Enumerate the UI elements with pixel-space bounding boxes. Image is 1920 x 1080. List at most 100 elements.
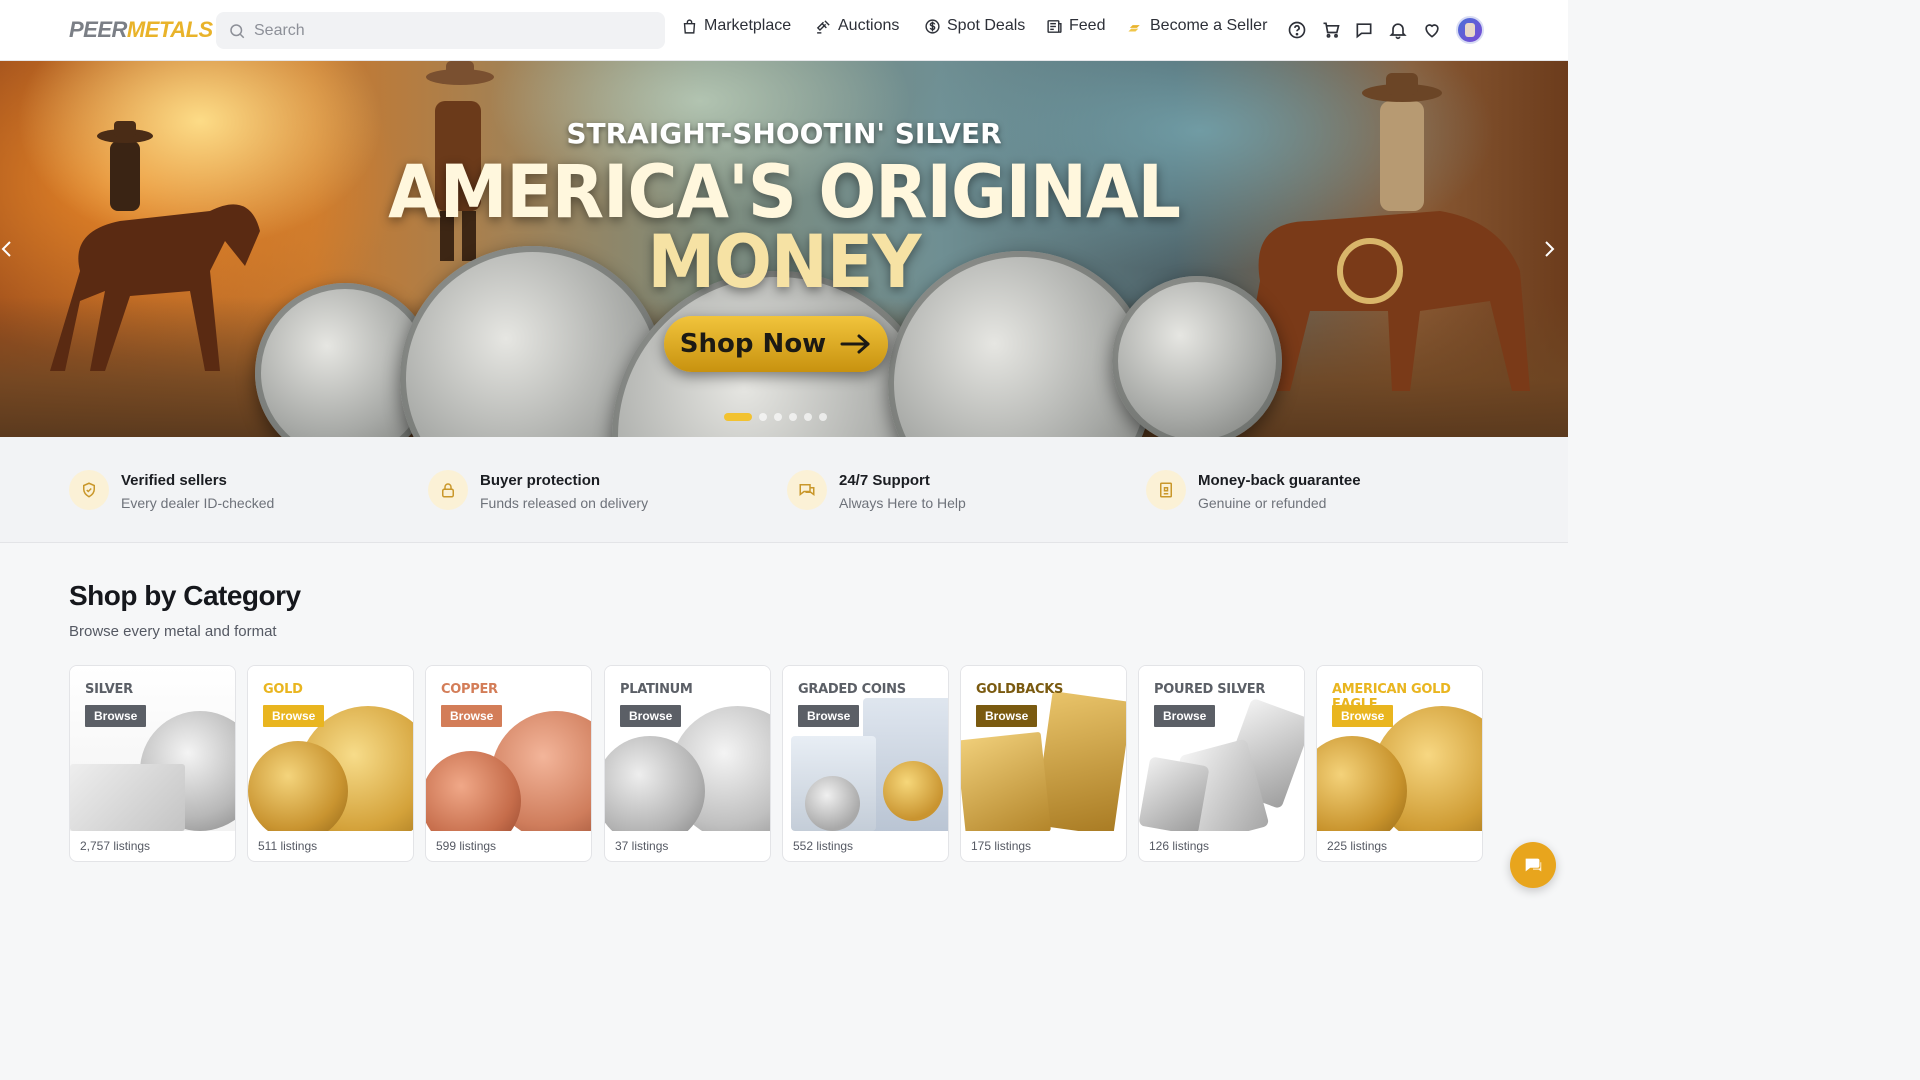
category-listing-count: 126 listings	[1149, 839, 1210, 853]
gavel-icon	[816, 19, 830, 34]
category-listing-count: 2,757 listings	[80, 839, 151, 853]
gold-bars-icon	[1128, 24, 1140, 31]
feature-money-back: Money-back guarantee Genuine or refunded	[1146, 470, 1361, 511]
feature-icon-wrap	[787, 470, 827, 510]
user-avatar[interactable]	[1456, 16, 1484, 44]
search-box[interactable]	[216, 12, 665, 49]
feature-verified-sellers: Verified sellers Every dealer ID-checked	[69, 470, 274, 511]
feature-buyer-protection: Buyer protection Funds released on deliv…	[428, 470, 648, 511]
search-icon	[230, 23, 245, 38]
hero-title-line2: MONEY	[647, 219, 921, 306]
shop-now-label: Shop Now	[679, 329, 827, 359]
logo-text-peer: PEER	[69, 17, 127, 42]
category-browse-button[interactable]: Browse	[263, 705, 325, 727]
chat-icon	[799, 484, 815, 497]
category-name: SILVER	[85, 682, 133, 697]
category-card-graded-coins[interactable]: GRADED COINS Browse 552 listings	[782, 665, 949, 862]
feature-desc: Genuine or refunded	[1198, 495, 1327, 511]
carousel-next-icon[interactable]	[1542, 239, 1556, 259]
category-browse-button[interactable]: Browse	[441, 705, 503, 727]
category-name: POURED SILVER	[1154, 682, 1266, 697]
hero-banner[interactable]: STRAIGHT-SHOOTIN' SILVER AMERICA'S ORIGI…	[0, 61, 1568, 437]
feature-desc: Every dealer ID-checked	[121, 495, 275, 511]
category-card-gold[interactable]: GOLD Browse 511 listings	[247, 665, 414, 862]
shield-check-icon	[83, 482, 95, 498]
carousel-dots	[724, 413, 827, 421]
feature-title: Verified sellers	[121, 472, 227, 489]
feature-icon-wrap	[428, 470, 468, 510]
notifications-button[interactable]	[1388, 20, 1408, 40]
category-browse-button[interactable]: Browse	[85, 705, 147, 727]
feature-desc: Funds released on delivery	[480, 495, 649, 511]
newspaper-icon	[1047, 19, 1062, 33]
carousel-dot-2[interactable]	[759, 413, 767, 421]
feature-title: Buyer protection	[480, 472, 601, 489]
shop-now-button[interactable]: Shop Now	[664, 316, 888, 372]
feature-title: Money-back guarantee	[1198, 472, 1361, 489]
category-name: GOLDBACKS	[976, 682, 1064, 697]
category-listing-count: 225 listings	[1327, 839, 1388, 853]
category-browse-button[interactable]: Browse	[1332, 705, 1394, 727]
category-listing-count: 599 listings	[436, 839, 497, 853]
feature-icon-wrap	[1146, 470, 1186, 510]
category-card-silver[interactable]: SILVER Browse 2,757 listings	[69, 665, 236, 862]
carousel-dot-1[interactable]	[724, 413, 752, 421]
bell-icon	[1389, 23, 1407, 40]
live-chat-button[interactable]	[1510, 842, 1556, 888]
feature-title: 24/7 Support	[839, 472, 930, 489]
nav-auctions[interactable]: Auctions	[815, 17, 899, 35]
brand-logo[interactable]: PEER METALS	[69, 16, 240, 44]
lock-icon	[442, 483, 454, 498]
nav-marketplace[interactable]: Marketplace	[681, 17, 791, 35]
receipt-icon	[1160, 482, 1172, 498]
logo-text-metals: METALS	[126, 17, 213, 42]
category-card-platinum[interactable]: PLATINUM Browse 37 listings	[604, 665, 771, 862]
nav-marketplace-label: Marketplace	[704, 17, 792, 34]
category-name: GOLD	[263, 682, 303, 697]
message-icon	[1356, 23, 1372, 39]
carousel-dot-4[interactable]	[789, 413, 797, 421]
top-header: PEER METALS Marketplace Auctions Spot De…	[0, 0, 1568, 61]
category-name: COPPER	[441, 682, 498, 697]
search-input[interactable]	[254, 21, 654, 40]
hero-subtitle: STRAIGHT-SHOOTIN' SILVER	[566, 117, 1002, 150]
carousel-dot-6[interactable]	[819, 413, 827, 421]
feature-icon-wrap	[69, 470, 109, 510]
category-card-goldbacks[interactable]: GOLDBACKS Browse 175 listings	[960, 665, 1127, 862]
category-card-american-gold-eagle[interactable]: AMERICAN GOLD EAGLE Browse 225 listings	[1316, 665, 1483, 862]
category-browse-button[interactable]: Browse	[798, 705, 860, 727]
nav-spot-deals[interactable]: Spot Deals	[924, 17, 1025, 35]
feature-desc: Always Here to Help	[839, 495, 966, 511]
trust-features-strip: Verified sellers Every dealer ID-checked…	[0, 437, 1568, 543]
nav-feed-label: Feed	[1069, 17, 1106, 34]
help-circle-icon	[1288, 21, 1306, 39]
favorites-button[interactable]	[1422, 20, 1442, 40]
category-listing-count: 552 listings	[793, 839, 854, 853]
category-listing-count: 511 listings	[258, 839, 318, 853]
category-card-copper[interactable]: COPPER Browse 599 listings	[425, 665, 592, 862]
category-browse-button[interactable]: Browse	[1154, 705, 1216, 727]
carousel-dot-5[interactable]	[804, 413, 812, 421]
category-listing-count: 37 listings	[615, 839, 669, 853]
nav-feed[interactable]: Feed	[1046, 17, 1105, 35]
shopping-bag-icon	[683, 18, 696, 34]
nav-auctions-label: Auctions	[838, 17, 900, 34]
cart-button[interactable]	[1321, 20, 1341, 40]
feature-support: 24/7 Support Always Here to Help	[787, 470, 966, 511]
nav-become-seller[interactable]: Become a Seller	[1127, 17, 1267, 35]
messages-button[interactable]	[1354, 20, 1374, 40]
carousel-dot-3[interactable]	[774, 413, 782, 421]
heart-icon	[1425, 24, 1439, 38]
chat-bubble-icon	[1525, 858, 1542, 872]
dollar-circle-icon	[925, 18, 940, 34]
nav-become-seller-label: Become a Seller	[1150, 17, 1268, 34]
help-button[interactable]	[1287, 20, 1307, 40]
category-section-subtitle: Browse every metal and format	[69, 623, 277, 640]
category-browse-button[interactable]: Browse	[976, 705, 1038, 727]
category-card-poured-silver[interactable]: POURED SILVER Browse 126 listings	[1138, 665, 1305, 862]
category-name: GRADED COINS	[798, 682, 906, 697]
arrow-right-icon	[840, 334, 870, 354]
category-browse-button[interactable]: Browse	[620, 705, 682, 727]
carousel-prev-icon[interactable]	[0, 239, 14, 259]
avatar-image	[1465, 23, 1475, 37]
